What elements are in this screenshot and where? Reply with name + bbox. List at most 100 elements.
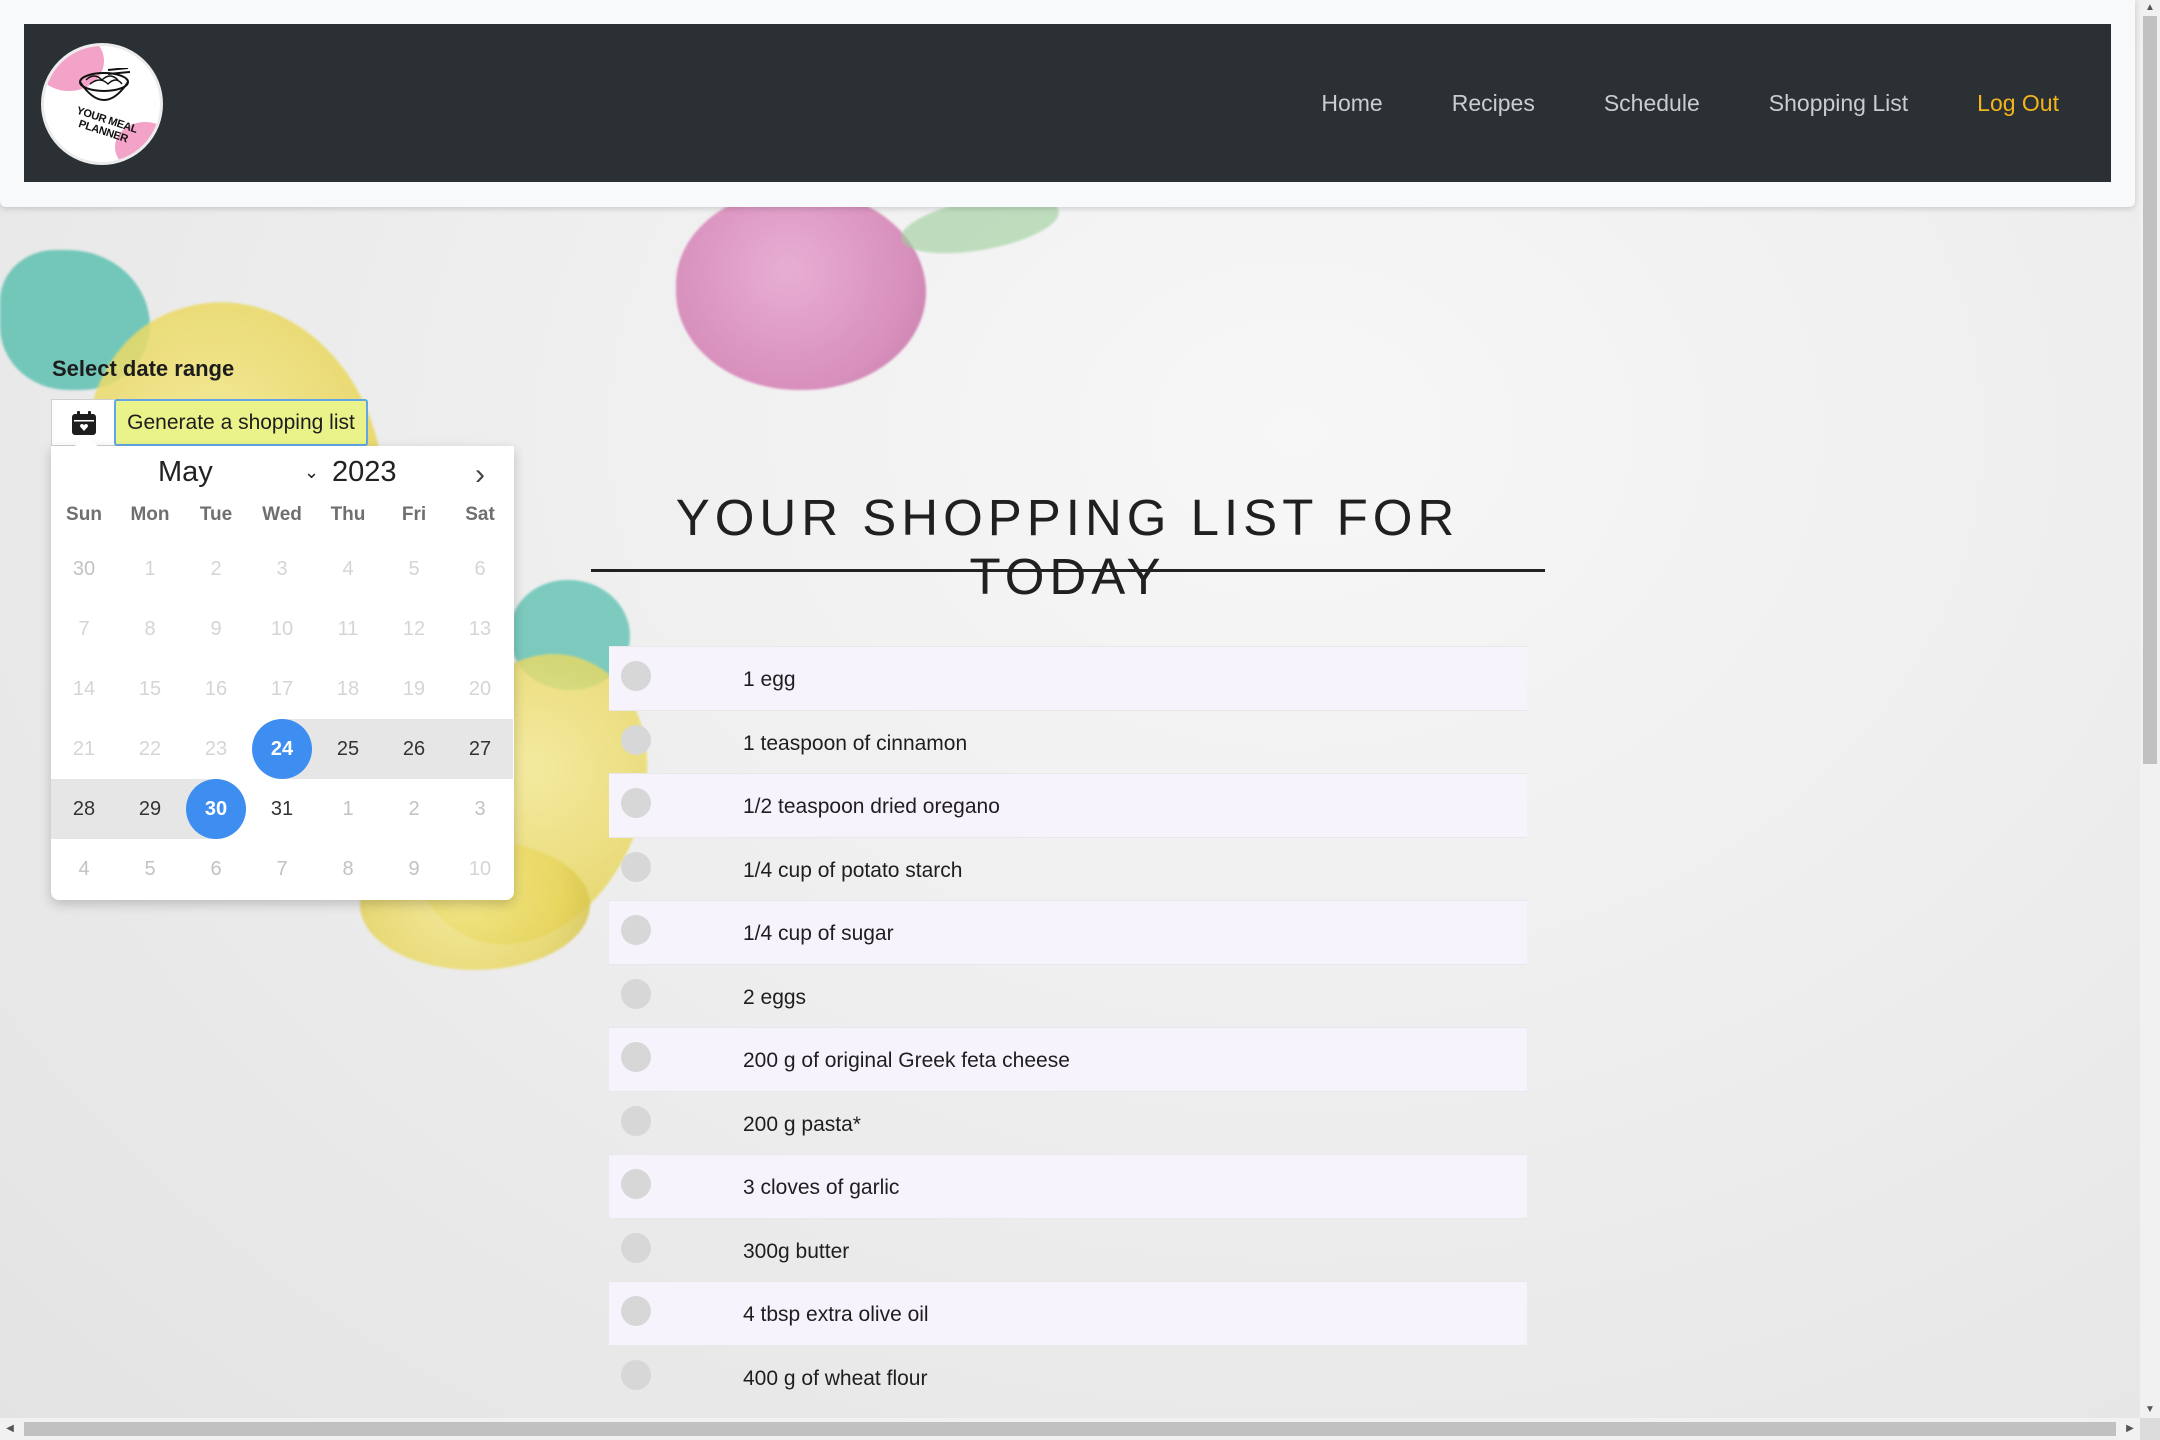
calendar-day[interactable]: 23 — [183, 719, 249, 779]
logo[interactable]: YOUR MEAL PLANNER — [41, 43, 163, 165]
list-item: 2 eggs — [609, 963, 1527, 1028]
calendar-day[interactable]: 15 — [117, 659, 183, 719]
nav-recipes[interactable]: Recipes — [1452, 90, 1535, 117]
vertical-scrollbar[interactable]: ▲ ▼ — [2140, 0, 2160, 1418]
scroll-up-icon[interactable]: ▲ — [2140, 0, 2160, 16]
pink-berry-decoration — [676, 190, 926, 390]
weekday-label: Sat — [465, 504, 495, 525]
scroll-right-icon[interactable]: ▶ — [2120, 1418, 2140, 1440]
calendar-day[interactable]: 2 — [381, 779, 447, 839]
scrollbar-thumb[interactable] — [24, 1422, 2116, 1436]
nav-schedule[interactable]: Schedule — [1604, 90, 1700, 117]
calendar-day[interactable]: 2 — [183, 539, 249, 599]
checkbox[interactable] — [621, 1042, 651, 1072]
calendar-day[interactable]: 16 — [183, 659, 249, 719]
calendar-day[interactable]: 13 — [447, 599, 513, 659]
item-text: 1/4 cup of sugar — [743, 922, 894, 945]
calendar-day[interactable]: 5 — [381, 539, 447, 599]
weekday-label: Fri — [401, 504, 427, 525]
nav-logout[interactable]: Log Out — [1977, 90, 2059, 117]
checkbox[interactable] — [621, 1105, 651, 1136]
checkbox[interactable] — [621, 978, 651, 1009]
calendar-day[interactable]: 9 — [183, 599, 249, 659]
horizontal-scrollbar[interactable]: ◀ ▶ — [0, 1418, 2140, 1440]
scrollbar-thumb[interactable] — [2143, 16, 2157, 764]
checkbox[interactable] — [621, 1169, 651, 1199]
item-text: 400 g of wheat flour — [743, 1366, 928, 1390]
checkbox[interactable] — [621, 724, 651, 755]
calendar-day[interactable]: 19 — [381, 659, 447, 719]
generate-shopping-list-button[interactable]: Generate a shopping list — [114, 399, 368, 446]
scroll-down-icon[interactable]: ▼ — [2140, 1402, 2160, 1418]
weekday-label: Thu — [330, 504, 366, 525]
list-item: 200 g of original Greek feta cheese — [609, 1027, 1527, 1091]
calendar-day[interactable]: 12 — [381, 599, 447, 659]
year-input[interactable]: 2023 — [332, 456, 397, 489]
nav-shopping-list[interactable]: Shopping List — [1769, 90, 1908, 117]
checkbox[interactable] — [621, 1359, 651, 1390]
calendar-day[interactable]: 4 — [51, 839, 117, 899]
calendar-day[interactable]: 30 — [51, 539, 117, 599]
calendar-day[interactable]: 30 — [183, 779, 249, 839]
calendar-day[interactable]: 8 — [315, 839, 381, 899]
item-text: 1/2 teaspoon dried oregano — [743, 795, 1000, 818]
weekday-label: Sun — [66, 504, 102, 525]
list-item: 3 cloves of garlic — [609, 1154, 1527, 1218]
calendar-day[interactable]: 17 — [249, 659, 315, 719]
calendar-day[interactable]: 20 — [447, 659, 513, 719]
shopping-list-title: YOUR SHOPPING LIST FOR TODAY — [675, 489, 1460, 605]
list-item: 200 g pasta* — [609, 1090, 1527, 1155]
calendar-day[interactable]: 3 — [249, 539, 315, 599]
calendar-day[interactable]: 25 — [315, 719, 381, 779]
list-item: 400 g of wheat flour — [609, 1344, 1527, 1409]
calendar-day[interactable]: 29 — [117, 779, 183, 839]
calendar-day[interactable]: 7 — [249, 839, 315, 899]
calendar-day[interactable]: 10 — [249, 599, 315, 659]
calendar-day[interactable]: 9 — [381, 839, 447, 899]
month-select[interactable]: May — [158, 456, 213, 489]
item-text: 1 teaspoon of cinnamon — [743, 731, 968, 755]
item-text: 300g butter — [743, 1239, 850, 1263]
checkbox[interactable] — [621, 915, 651, 945]
calendar-day[interactable]: 6 — [447, 539, 513, 599]
list-item: 1 egg — [609, 646, 1527, 710]
list-item: 1/2 teaspoon dried oregano — [609, 773, 1527, 837]
scroll-left-icon[interactable]: ◀ — [0, 1418, 20, 1440]
item-text: 1 egg — [743, 668, 796, 691]
calendar-day[interactable]: 5 — [117, 839, 183, 899]
nav-home[interactable]: Home — [1321, 90, 1382, 117]
weekday-label: Tue — [199, 504, 233, 525]
checkbox[interactable] — [621, 788, 651, 818]
checkbox[interactable] — [621, 851, 651, 882]
calendar-grid: 30 1 2 3 4 5 6 7 8 9 10 11 12 13 14 15 16 17 18 19 20 21 22 23 2… — [51, 539, 514, 899]
calendar-day[interactable]: 22 — [117, 719, 183, 779]
calendar-day[interactable]: 24 — [249, 719, 315, 779]
calendar-day[interactable]: 3 — [447, 779, 513, 839]
item-text: 4 tbsp extra olive oil — [743, 1303, 929, 1326]
next-month-icon[interactable]: › — [475, 458, 485, 492]
calendar-day[interactable]: 10 — [447, 839, 513, 899]
item-text: 200 g pasta* — [743, 1112, 861, 1136]
calendar-day[interactable]: 14 — [51, 659, 117, 719]
calendar-day[interactable]: 21 — [51, 719, 117, 779]
calendar-day[interactable]: 27 — [447, 719, 513, 779]
calendar-day[interactable]: 6 — [183, 839, 249, 899]
calendar-day[interactable]: 1 — [117, 539, 183, 599]
calendar-day[interactable]: 7 — [51, 599, 117, 659]
checkbox[interactable] — [621, 661, 651, 691]
checkbox[interactable] — [621, 1296, 651, 1326]
calendar-day[interactable]: 4 — [315, 539, 381, 599]
nav-links: Home Recipes Schedule Shopping List Log … — [1321, 24, 2111, 182]
calendar-day[interactable]: 1 — [315, 779, 381, 839]
calendar-day[interactable]: 26 — [381, 719, 447, 779]
calendar-day[interactable]: 8 — [117, 599, 183, 659]
calendar-day[interactable]: 31 — [249, 779, 315, 839]
calendar-day[interactable]: 11 — [315, 599, 381, 659]
calendar-day[interactable]: 28 — [51, 779, 117, 839]
weekday-label: Wed — [262, 504, 302, 525]
chevron-down-icon[interactable]: ⌄ — [304, 462, 319, 483]
list-item: 300g butter — [609, 1217, 1527, 1282]
list-item: 1 teaspoon of cinnamon — [609, 709, 1527, 774]
checkbox[interactable] — [621, 1232, 651, 1263]
calendar-day[interactable]: 18 — [315, 659, 381, 719]
